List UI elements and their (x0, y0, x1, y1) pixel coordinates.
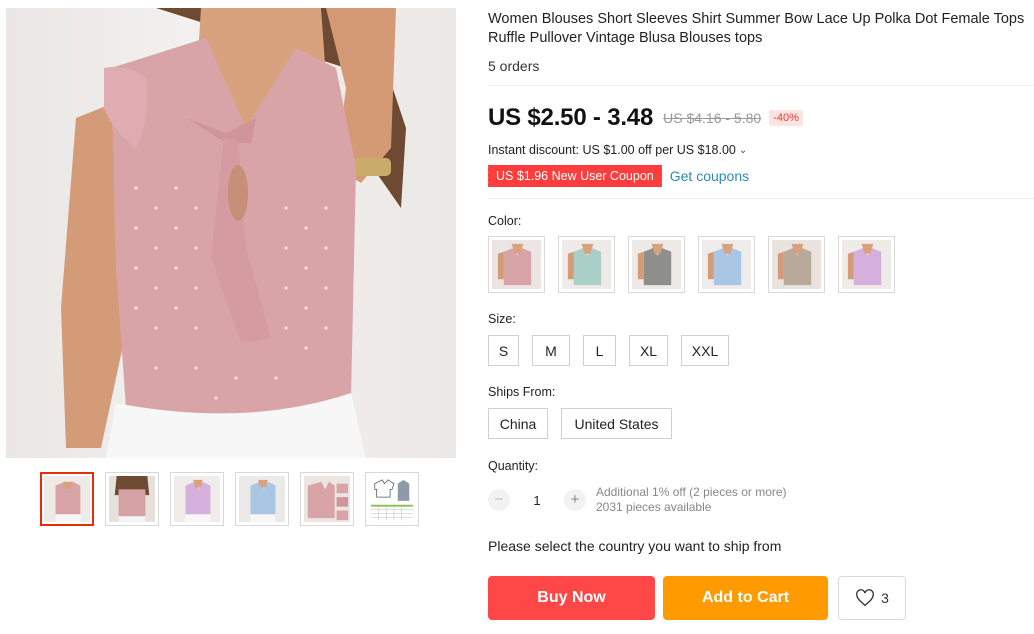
color-option-khaki[interactable] (768, 236, 825, 293)
buy-now-button[interactable]: Buy Now (488, 576, 655, 620)
stock-available-note: 2031 pieces available (596, 500, 712, 514)
color-options (488, 236, 1034, 293)
quantity-label: Quantity: (488, 459, 539, 473)
thumbnail-light-blue[interactable] (235, 472, 289, 526)
divider (488, 85, 1034, 86)
quantity-note: Additional 1% off (2 pieces or more) 203… (596, 485, 787, 515)
size-option-xxl[interactable]: XXL (681, 335, 729, 366)
quantity-value[interactable]: 1 (510, 493, 564, 508)
thumbnail-pink-front[interactable] (40, 472, 94, 526)
ships-from-united-states[interactable]: United States (561, 408, 672, 439)
ships-from-label: Ships From: (488, 385, 556, 399)
divider (488, 198, 1034, 199)
action-buttons: Buy Now Add to Cart 3 (488, 576, 1034, 620)
color-label: Color: (488, 214, 522, 228)
thumbnail-pink-detail[interactable] (300, 472, 354, 526)
size-option-m[interactable]: M (532, 335, 570, 366)
shipping-message: Please select the country you want to sh… (488, 538, 782, 554)
size-option-s[interactable]: S (488, 335, 519, 366)
quantity-increase-button[interactable]: + (564, 489, 586, 511)
size-option-xl[interactable]: XL (629, 335, 668, 366)
wishlist-count: 3 (881, 590, 889, 606)
color-option-mint[interactable] (558, 236, 615, 293)
main-product-image[interactable] (6, 8, 456, 458)
ships-from-options: China United States (488, 408, 1034, 439)
instant-discount[interactable]: Instant discount: US $1.00 off per US $1… (488, 143, 1034, 157)
instant-discount-text: Instant discount: US $1.00 off per US $1… (488, 143, 736, 157)
wishlist-button[interactable]: 3 (838, 576, 906, 620)
product-info: Women Blouses Short Sleeves Shirt Summer… (486, 8, 1034, 620)
thumbnail-pink-side[interactable] (105, 472, 159, 526)
thumbnail-size-chart[interactable] (365, 472, 419, 526)
discount-badge: -40% (769, 110, 803, 126)
color-option-grey[interactable] (628, 236, 685, 293)
quantity-stepper: − 1 + Additional 1% off (2 pieces or mor… (488, 485, 1034, 515)
add-to-cart-button[interactable]: Add to Cart (663, 576, 828, 620)
ships-from-china[interactable]: China (488, 408, 548, 439)
size-option-l[interactable]: L (583, 335, 616, 366)
new-user-coupon[interactable]: US $1.96 New User Coupon (486, 165, 662, 187)
order-count: 5 orders (488, 58, 540, 74)
color-option-lilac[interactable] (838, 236, 895, 293)
original-price: US $4.16 - 5.80 (663, 110, 762, 126)
thumbnail-strip (40, 472, 419, 526)
heart-icon (856, 589, 874, 607)
chevron-down-icon: ⌄ (738, 144, 748, 156)
bulk-discount-note: Additional 1% off (2 pieces or more) (596, 485, 787, 499)
color-option-pink[interactable] (488, 236, 545, 293)
quantity-decrease-button[interactable]: − (488, 489, 510, 511)
price-row: US $2.50 - 3.48 US $4.16 - 5.80 -40% (488, 103, 1034, 133)
size-options: S M L XL XXL (488, 335, 1034, 366)
thumbnail-lilac[interactable] (170, 472, 224, 526)
color-option-light-blue[interactable] (698, 236, 755, 293)
blouse-photo (61, 8, 406, 458)
coupon-row: US $1.96 New User Coupon Get coupons (486, 165, 1034, 187)
current-price: US $2.50 - 3.48 (488, 104, 654, 131)
size-label: Size: (488, 312, 516, 326)
product-title: Women Blouses Short Sleeves Shirt Summer… (488, 11, 1025, 46)
get-coupons-link[interactable]: Get coupons (670, 168, 749, 184)
